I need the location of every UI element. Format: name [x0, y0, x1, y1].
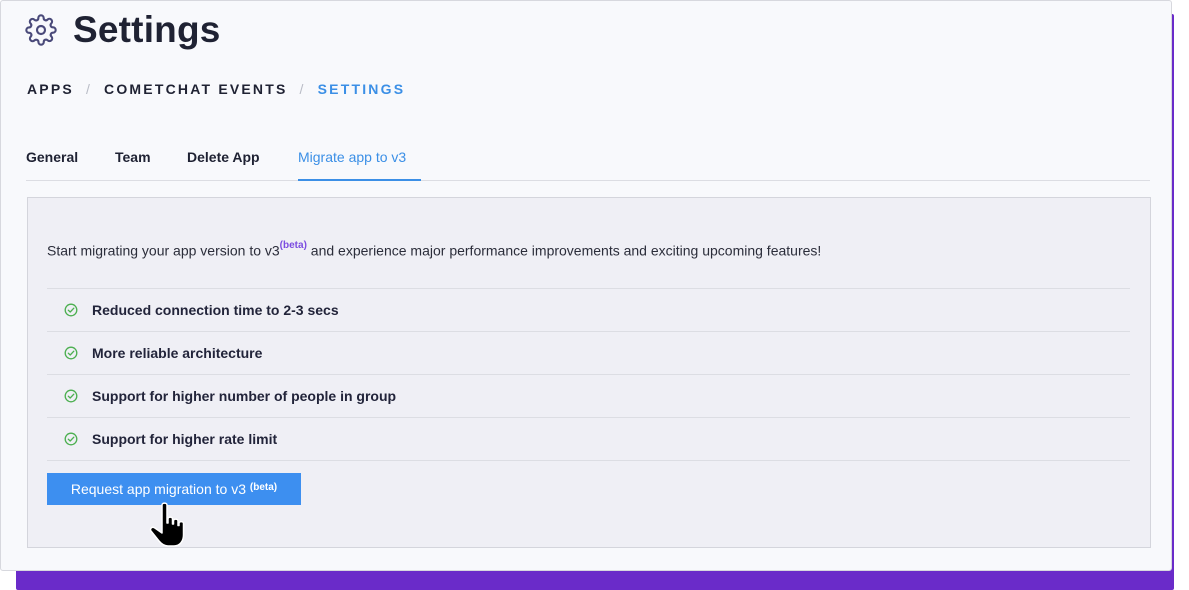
hand-pointer-icon [147, 501, 191, 551]
feature-list: Reduced connection time to 2-3 secs More… [47, 288, 1130, 461]
tab-general[interactable]: General [26, 149, 78, 165]
intro-text: Start migrating your app version to v3 [47, 242, 280, 259]
check-circle-icon [64, 389, 78, 403]
list-item: Support for higher rate limit [47, 417, 1130, 461]
page-header: Settings [25, 7, 221, 53]
feature-label: Reduced connection time to 2-3 secs [92, 302, 339, 318]
intro-text-rest: and experience major performance improve… [306, 242, 822, 259]
migration-panel: Start migrating your app version to v3(b… [27, 197, 1151, 548]
check-circle-icon [64, 432, 78, 446]
breadcrumb: APPS / COMETCHAT EVENTS / SETTINGS [27, 81, 405, 97]
check-circle-icon [64, 346, 78, 360]
gear-icon [25, 14, 57, 46]
feature-label: Support for higher number of people in g… [92, 388, 397, 404]
settings-tabs: General Team Delete App Migrate app to v… [26, 141, 1150, 181]
feature-label: More reliable architecture [92, 345, 263, 361]
tab-team[interactable]: Team [115, 149, 151, 165]
breadcrumb-separator: / [299, 81, 306, 97]
settings-card: Settings APPS / COMETCHAT EVENTS / SETTI… [0, 0, 1172, 571]
button-beta-badge: (beta) [249, 481, 278, 493]
beta-badge: (beta) [279, 240, 307, 251]
check-circle-icon [64, 303, 78, 317]
tab-delete-app[interactable]: Delete App [187, 149, 260, 165]
list-item: Reduced connection time to 2-3 secs [47, 288, 1130, 331]
stage: Settings APPS / COMETCHAT EVENTS / SETTI… [0, 0, 1189, 590]
breadcrumb-settings: SETTINGS [317, 81, 406, 97]
breadcrumb-apps[interactable]: APPS [27, 81, 74, 97]
breadcrumb-separator: / [85, 81, 93, 97]
list-item: Support for higher number of people in g… [47, 374, 1130, 417]
button-label: Request app migration to v3 [70, 481, 250, 497]
tab-migrate-app[interactable]: Migrate app to v3 [298, 149, 421, 181]
page-title: Settings [73, 9, 221, 50]
feature-label: Support for higher rate limit [92, 431, 278, 447]
list-item: More reliable architecture [47, 331, 1130, 374]
migration-intro: Start migrating your app version to v3(b… [47, 240, 822, 259]
breadcrumb-app-name[interactable]: COMETCHAT EVENTS [104, 81, 288, 97]
